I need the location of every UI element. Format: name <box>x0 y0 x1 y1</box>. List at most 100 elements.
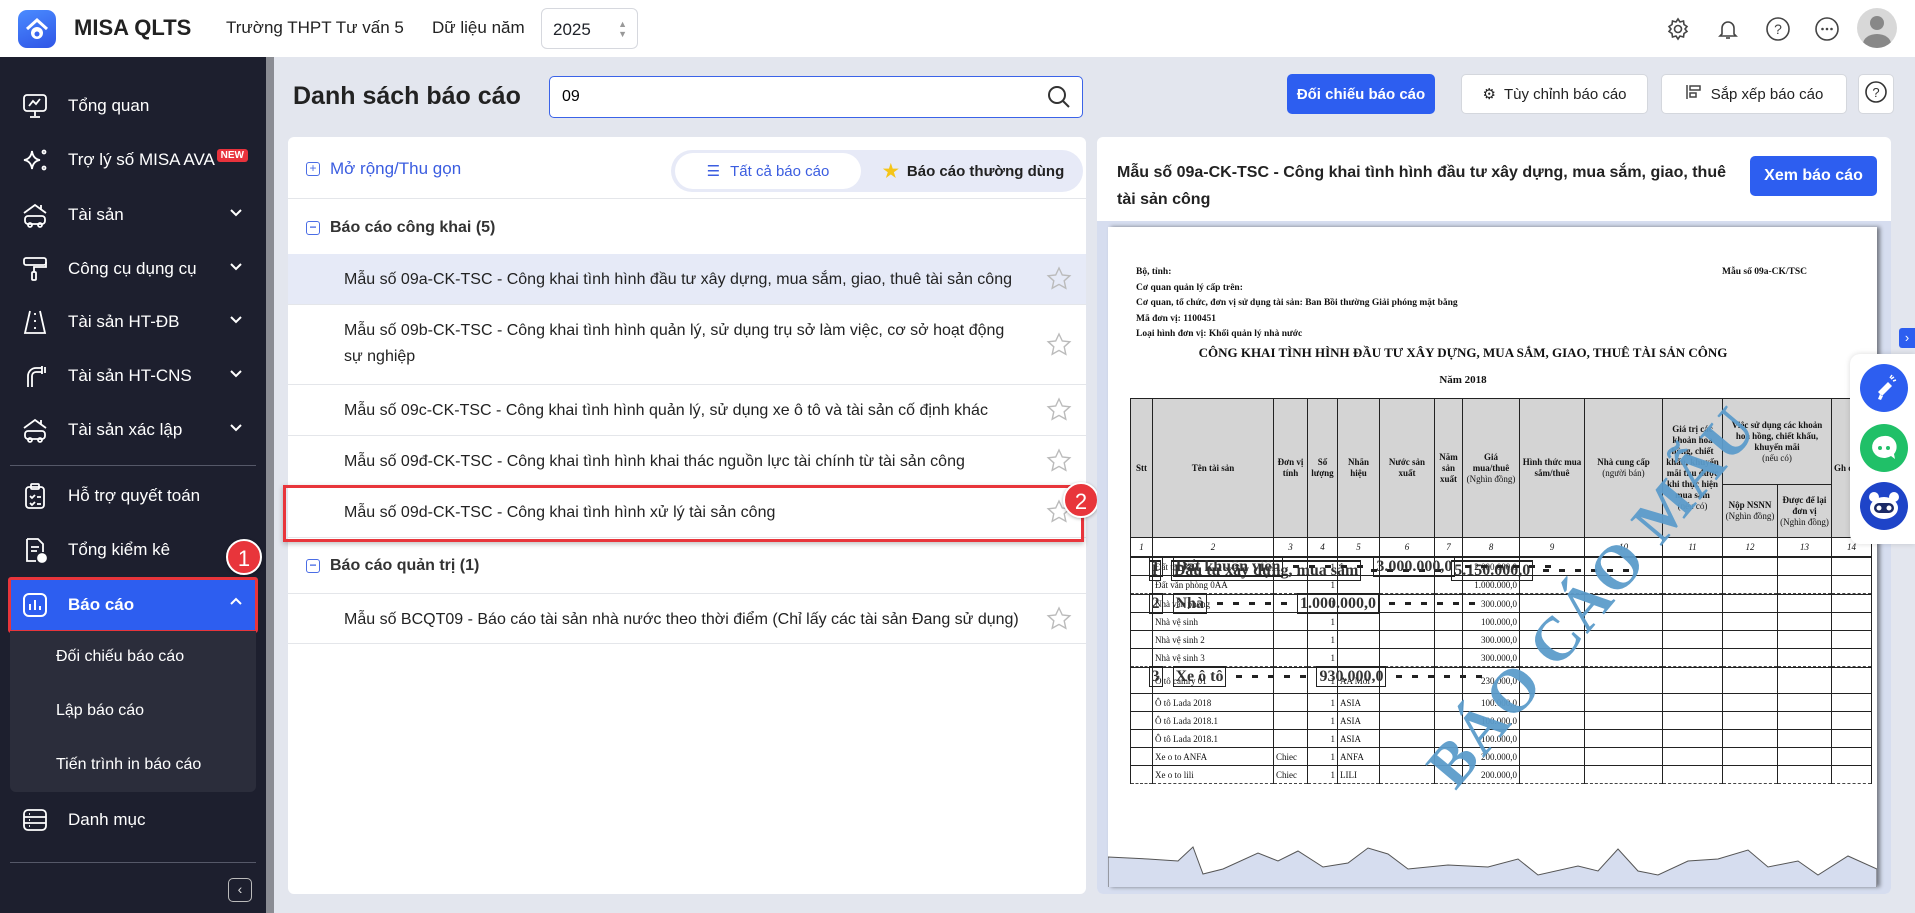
report-name: Mẫu số 09đ-CK-TSC - Công khai tình hình … <box>344 453 965 470</box>
column-number: 3 <box>1273 537 1308 557</box>
col-header-text: Nộp NSNN <box>1728 500 1772 510</box>
doc-cell-empty <box>1436 601 1443 605</box>
doc-cell-empty <box>1831 575 1872 594</box>
expand-panel-icon[interactable]: › <box>1899 328 1915 348</box>
star-outline-icon[interactable] <box>1046 332 1072 363</box>
doc-cell-empty <box>1662 630 1723 649</box>
chevron-down-icon[interactable] <box>228 204 244 225</box>
doc-cell-stt <box>1130 765 1153 784</box>
sidebar-item-label: Tài sản <box>68 205 124 224</box>
doc-cell-empty <box>1777 648 1832 667</box>
tab-favorite-reports[interactable]: ★ Báo cáo thường dùng <box>871 153 1076 189</box>
sidebar-item-ava[interactable]: Trợ lý số MISA AVA NEW <box>0 135 266 185</box>
submenu-item-compare[interactable]: Đối chiếu báo cáo <box>10 631 256 685</box>
button-label: Sắp xếp báo cáo <box>1710 85 1824 103</box>
star-outline-icon[interactable] <box>1046 448 1072 479</box>
sidebar-item-ht-cns[interactable]: Tài sản HT-CNS <box>0 351 266 401</box>
col-header: Số lượng <box>1307 398 1338 538</box>
doc-cell-empty <box>1777 729 1832 748</box>
column-number: 1 <box>1130 537 1153 557</box>
report-row[interactable]: Mẫu số 09b-CK-TSC - Công khai tình hình … <box>288 305 1086 385</box>
minus-square-icon[interactable]: − <box>306 559 320 573</box>
doc-cell-unit <box>1273 711 1308 730</box>
doc-cell-unit <box>1273 648 1308 667</box>
help-icon[interactable]: ? <box>1764 15 1792 43</box>
submenu-item-create[interactable]: Lập báo cáo <box>10 685 256 739</box>
col-header-unit: (Nghìn đồng) <box>1725 511 1775 521</box>
report-row[interactable]: Mẫu số 09đ-CK-TSC - Công khai tình hình … <box>288 436 1086 487</box>
doc-cell-empty <box>1379 765 1435 784</box>
doc-cell-empty <box>1465 564 1472 568</box>
doc-cell-brand <box>1268 674 1275 678</box>
school-name[interactable]: Trường THPT Tư vấn 5 <box>226 18 404 38</box>
doc-cell-empty <box>1468 601 1475 605</box>
report-row[interactable]: Mẫu số BCQT09 - Báo cáo tài sản nhà nước… <box>288 593 1086 644</box>
star-outline-icon[interactable] <box>1046 266 1072 297</box>
customize-report-button[interactable]: ⚙ Tùy chỉnh báo cáo <box>1461 74 1648 114</box>
app-logo[interactable] <box>18 10 56 48</box>
sidebar-item-label: Tài sản HT-ĐB <box>68 312 180 331</box>
top-bar: MISA QLTS Trường THPT Tư vấn 5 Dữ liệu n… <box>0 0 1915 57</box>
chevron-down-icon[interactable] <box>228 365 244 386</box>
sidebar-item-overview[interactable]: Tổng quan <box>0 81 266 131</box>
group-public-reports[interactable]: − Báo cáo công khai (5) <box>306 219 495 237</box>
sparkle-icon <box>18 145 52 175</box>
chevron-down-icon[interactable] <box>228 311 244 332</box>
report-name: Mẫu số 09b-CK-TSC - Công khai tình hình … <box>344 322 1005 365</box>
sidebar-divider <box>10 862 256 863</box>
minus-square-icon[interactable]: − <box>306 221 320 235</box>
doc-cell-empty <box>1379 630 1435 649</box>
search-input[interactable] <box>549 76 1083 118</box>
col-header-text: Giá mua/thuê <box>1472 451 1510 473</box>
search-icon[interactable] <box>1046 84 1072 115</box>
chevron-down-icon[interactable] <box>228 419 244 440</box>
doc-cell-empty <box>1584 729 1663 748</box>
sidebar-item-label: Danh mục <box>68 810 146 829</box>
doc-year: Năm 2018 <box>1439 374 1487 386</box>
tab-all-reports[interactable]: ☰ Tất cả báo cáo <box>675 153 861 189</box>
more-icon[interactable] <box>1813 15 1841 43</box>
doc-cell-empty <box>1722 693 1778 712</box>
collapse-sidebar-button[interactable]: ‹ <box>228 878 252 902</box>
bell-icon[interactable] <box>1714 15 1742 43</box>
expand-collapse-toggle[interactable]: + Mở rộng/Thu gọn <box>306 159 461 179</box>
doc-cell-name: Đất khuôn viên <box>1172 555 1284 577</box>
sidebar-item-assets[interactable]: Tài sản <box>0 190 266 240</box>
doc-cell-qty: 1 <box>1307 765 1338 784</box>
sidebar-item-settlement[interactable]: Hỗ trợ quyết toán <box>0 471 266 521</box>
compare-report-button[interactable]: Đối chiếu báo cáo <box>1287 74 1435 114</box>
sidebar-item-ht-db[interactable]: Tài sản HT-ĐB <box>0 297 266 347</box>
sidebar-item-established-assets[interactable]: Tài sản xác lập <box>0 405 266 455</box>
star-outline-icon[interactable] <box>1046 606 1072 637</box>
assistant-bot-button[interactable] <box>1860 482 1908 530</box>
announcement-button[interactable] <box>1860 364 1908 412</box>
step-2-badge: 2 <box>1063 482 1099 518</box>
doc-cell-empty <box>1777 612 1832 631</box>
avatar[interactable] <box>1857 8 1897 48</box>
sidebar-item-catalog[interactable]: Danh mục <box>0 795 266 845</box>
step-1-highlight <box>8 577 258 633</box>
doc-cell-brand <box>1325 564 1332 568</box>
chevron-down-icon[interactable] <box>228 258 244 279</box>
submenu-item-print-progress[interactable]: Tiến trình in báo cáo <box>10 739 256 793</box>
year-stepper[interactable]: 2025 ▲ ▼ <box>541 8 638 49</box>
svg-text:?: ? <box>1774 21 1782 37</box>
view-report-button[interactable]: Xem báo cáo <box>1750 156 1877 196</box>
doc-cell-qty: 1 <box>1307 630 1338 649</box>
report-row[interactable]: Mẫu số 09c-CK-TSC - Công khai tình hình … <box>288 385 1086 436</box>
sidebar-item-tools[interactable]: Công cụ dụng cụ <box>0 244 266 294</box>
gear-icon[interactable] <box>1664 15 1692 43</box>
sort-report-button[interactable]: Sắp xếp báo cáo <box>1661 74 1847 114</box>
help-button[interactable]: ? <box>1858 74 1894 114</box>
sidebar-item-label: Tài sản HT-CNS <box>68 366 192 385</box>
doc-cell-empty <box>1412 674 1419 678</box>
doc-cell-brand <box>1337 630 1380 649</box>
sidebar-scrollbar[interactable] <box>266 57 274 913</box>
robot-icon <box>1869 492 1899 519</box>
star-outline-icon[interactable] <box>1046 397 1072 428</box>
spin-arrows-icon[interactable]: ▲ ▼ <box>618 19 627 39</box>
doc-cell-stt: 3 <box>1148 665 1163 687</box>
report-row[interactable]: Mẫu số 09a-CK-TSC - Công khai tình hình … <box>288 254 1086 305</box>
chat-button[interactable] <box>1860 424 1908 472</box>
group-management-reports[interactable]: − Báo cáo quản trị (1) <box>306 557 479 575</box>
